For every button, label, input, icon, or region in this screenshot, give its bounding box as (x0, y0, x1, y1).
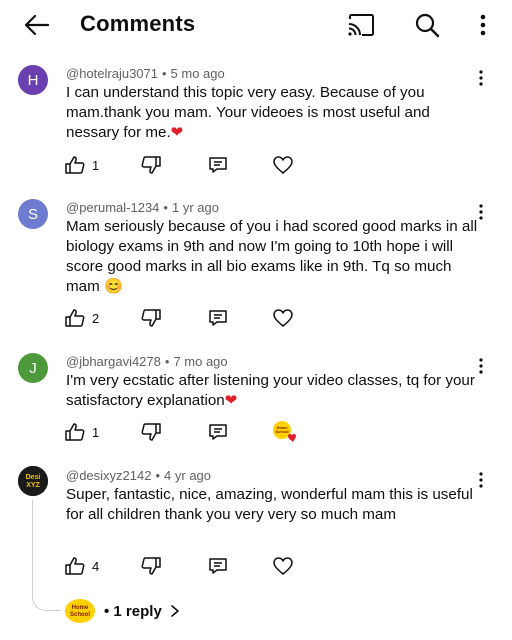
comment-author[interactable]: @perumal-1234 (66, 200, 159, 215)
reply-button[interactable] (208, 554, 228, 578)
thumbs-up-icon (65, 423, 85, 441)
heart-emoji: ❤ (224, 392, 238, 409)
thread-connector (32, 500, 61, 611)
thumbs-down-icon (141, 156, 161, 174)
comment-meta: @hotelraju3071 • 5 mo ago (66, 66, 225, 81)
dislike-button[interactable] (140, 420, 162, 444)
avatar[interactable]: S (18, 199, 48, 229)
comment-author[interactable]: @hotelraju3071 (66, 66, 158, 81)
heart-button[interactable] (272, 554, 294, 578)
svg-text:Home: Home (72, 605, 89, 611)
reply-button[interactable] (208, 153, 228, 177)
svg-text:School: School (275, 429, 288, 434)
top-app-bar: Comments (0, 0, 512, 50)
like-button[interactable]: 1 (64, 153, 99, 177)
svg-text:Desi: Desi (26, 474, 41, 481)
like-button[interactable]: 4 (64, 554, 99, 578)
comment-time: 5 mo ago (170, 66, 225, 81)
svg-text:XYZ: XYZ (26, 482, 40, 489)
heart-outline-icon (273, 557, 293, 575)
back-arrow-icon[interactable] (22, 11, 52, 39)
reply-button[interactable] (208, 420, 228, 444)
reply-icon (209, 310, 227, 326)
comment-meta: @jbhargavi4278 • 7 mo ago (66, 354, 228, 369)
heart-outline-icon (273, 309, 293, 327)
like-count: 4 (92, 558, 100, 574)
like-button[interactable]: 1 (64, 420, 99, 444)
thumbs-down-icon (141, 423, 161, 441)
thumbs-up-icon (65, 557, 85, 575)
dislike-button[interactable] (140, 153, 162, 177)
view-replies-button[interactable]: Home School • 1 reply (64, 598, 182, 624)
avatar[interactable]: Desi XYZ (18, 466, 48, 496)
smile-emoji: 😊 (103, 278, 123, 295)
dislike-button[interactable] (140, 554, 162, 578)
comment-time: 4 yr ago (164, 468, 212, 483)
creator-heart-badge[interactable]: Home School (270, 420, 300, 444)
svg-text:School: School (70, 612, 90, 618)
comment-text: I can understand this topic very easy. B… (66, 84, 430, 141)
desixyz-logo-icon: Desi XYZ (18, 466, 48, 496)
avatar[interactable]: J (18, 353, 48, 383)
comment-actions: 1 Home School (64, 420, 324, 444)
like-count: 1 (92, 157, 100, 173)
comment-meta: @perumal-1234 • 1 yr ago (66, 200, 219, 215)
comment-actions: 4 (64, 554, 324, 578)
like-count: 2 (92, 310, 100, 326)
heart-button[interactable] (272, 306, 294, 330)
comment-author[interactable]: @jbhargavi4278 (66, 354, 161, 369)
comment-time: 7 mo ago (173, 354, 228, 369)
reply-button[interactable] (208, 306, 228, 330)
creator-heart-icon: Home School (273, 421, 296, 442)
reply-icon (209, 558, 227, 574)
comment-time: 1 yr ago (171, 200, 219, 215)
replies-label[interactable]: • 1 reply (104, 603, 162, 620)
like-button[interactable]: 2 (64, 306, 99, 330)
thumbs-down-icon (141, 557, 161, 575)
reply-icon (209, 157, 227, 173)
creator-avatar: Home School (65, 599, 95, 623)
page-title: Comments (80, 11, 196, 36)
comment-meta: @desixyz2142 • 4 yr ago (66, 468, 212, 483)
chevron-right-icon (170, 605, 179, 617)
thumbs-up-icon (65, 309, 85, 327)
more-options-icon[interactable] (474, 11, 492, 39)
avatar[interactable]: H (18, 65, 48, 95)
dislike-button[interactable] (140, 306, 162, 330)
heart-emoji: ❤ (170, 124, 184, 141)
heart-outline-icon (273, 156, 293, 174)
thumbs-up-icon (65, 156, 85, 174)
like-count: 1 (92, 424, 100, 440)
comment-actions: 1 (64, 153, 324, 177)
reply-icon (209, 424, 227, 440)
heart-button[interactable] (272, 153, 294, 177)
cast-icon[interactable] (346, 12, 376, 38)
comment-text: Super, fantastic, nice, amazing, wonderf… (66, 486, 473, 523)
comment-author[interactable]: @desixyz2142 (66, 468, 151, 483)
comment-actions: 2 (64, 306, 324, 330)
search-icon[interactable] (413, 11, 441, 39)
thumbs-down-icon (141, 309, 161, 327)
comment-text: Mam seriously because of you i had score… (66, 218, 478, 295)
comment-text: I'm very ecstatic after listening your v… (66, 372, 475, 409)
